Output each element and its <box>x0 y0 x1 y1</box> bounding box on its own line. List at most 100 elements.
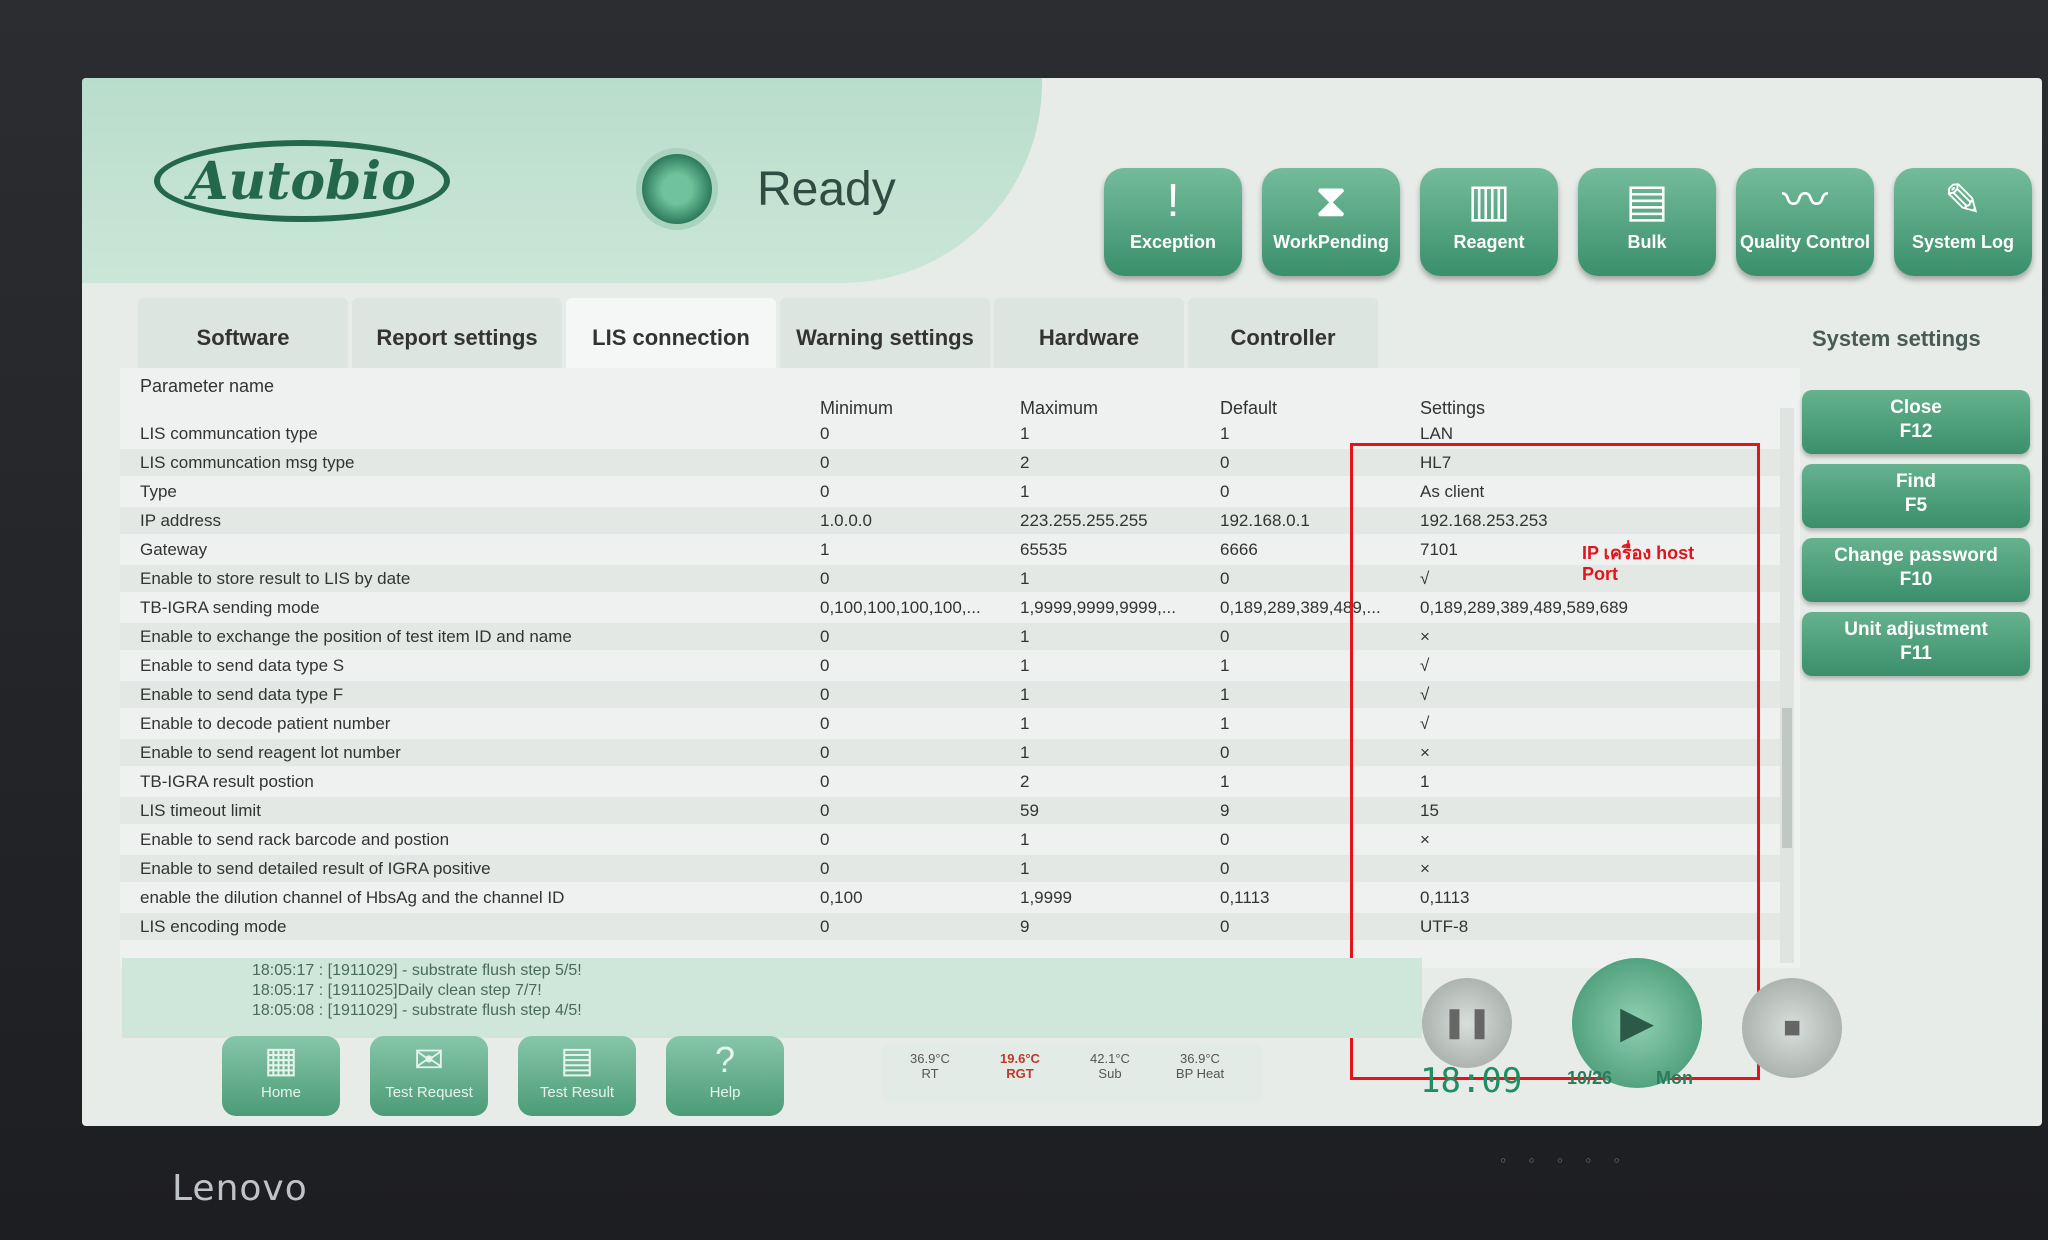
pause-button[interactable]: ❚❚ <box>1422 978 1512 1068</box>
cell-maximum: 1,9999 <box>1020 888 1072 907</box>
cell-maximum: 1 <box>1020 627 1030 646</box>
cell-parameter-name: LIS communcation msg type <box>140 453 355 472</box>
cell-minimum: 0 <box>820 743 830 762</box>
scrollbar-thumb[interactable] <box>1782 708 1792 848</box>
cell-parameter-name: Enable to decode patient number <box>140 714 391 733</box>
cell-default: 1 <box>1220 772 1230 791</box>
cell-minimum: 0 <box>820 453 830 472</box>
cell-default: 0 <box>1220 859 1230 878</box>
stop-icon: ■ <box>1782 1011 1802 1044</box>
cell-maximum: 2 <box>1020 453 1030 472</box>
cell-parameter-name: Enable to send detailed result of IGRA p… <box>140 859 491 878</box>
log-line: 18:05:17 : [1911025]Daily clean step 7/7… <box>252 982 542 999</box>
reagent-button[interactable]: ▥ Reagent <box>1420 168 1558 276</box>
cell-parameter-name: Type <box>140 482 177 501</box>
header-maximum: Maximum <box>1020 398 1099 418</box>
cell-minimum: 0 <box>820 772 830 791</box>
cell-default: 192.168.0.1 <box>1220 511 1310 530</box>
unit-adjustment-button[interactable]: Unit adjustment F11 <box>1802 612 2030 676</box>
cell-minimum: 0 <box>820 714 830 733</box>
test-request-button[interactable]: ✉ Test Request <box>370 1036 488 1116</box>
cell-default: 6666 <box>1220 540 1258 559</box>
cell-parameter-name: Enable to send reagent lot number <box>140 743 401 762</box>
header-default: Default <box>1220 398 1278 418</box>
cell-parameter-name: Enable to send rack barcode and postion <box>140 830 450 849</box>
cell-parameter-name: LIS encoding mode <box>140 917 287 936</box>
cell-parameter-name: LIS communcation type <box>140 424 318 443</box>
cell-parameter-name: LIS timeout limit <box>140 801 261 820</box>
annotation-port-label: Port <box>1582 564 1618 584</box>
close-button[interactable]: Close F12 <box>1802 390 2030 454</box>
temp-bp-heat: 36.9°C BP Heat <box>1175 1051 1225 1081</box>
stop-button[interactable]: ■ <box>1742 978 1842 1078</box>
temp-rt: 36.9°C RT <box>910 1051 950 1081</box>
test-result-button[interactable]: ▤ Test Result <box>518 1036 636 1116</box>
system-log-button[interactable]: ✎ System Log <box>1894 168 2032 276</box>
cell-maximum: 59 <box>1020 801 1039 820</box>
cell-settings[interactable]: LAN <box>1420 424 1453 444</box>
find-button[interactable]: Find F5 <box>1802 464 2030 528</box>
log-line: 18:05:08 : [1911029] - substrate flush s… <box>252 1002 582 1019</box>
exception-button[interactable]: ! Exception <box>1104 168 1242 276</box>
tab-hardware[interactable]: Hardware <box>994 298 1184 378</box>
cell-default: 0,1113 <box>1220 888 1270 907</box>
hourglass-icon: ⧗ <box>1314 174 1348 226</box>
workpending-button[interactable]: ⧗ WorkPending <box>1262 168 1400 276</box>
cell-default: 0 <box>1220 917 1230 936</box>
document-icon: ✎ <box>1943 174 1983 226</box>
cell-maximum: 1 <box>1020 859 1030 878</box>
clock-day: Mon <box>1656 1068 1693 1088</box>
cell-parameter-name: enable the dilution channel of HbsAg and… <box>140 888 565 907</box>
cell-parameter-name: Gateway <box>140 540 208 559</box>
cell-parameter-name: Enable to send data type S <box>140 656 345 675</box>
pause-icon: ❚❚ <box>1441 1006 1493 1039</box>
help-button[interactable]: ? Help <box>666 1036 784 1116</box>
status-indicator-icon <box>642 154 712 224</box>
cell-maximum: 1 <box>1020 685 1030 704</box>
cell-default: 0 <box>1220 569 1230 588</box>
cell-maximum: 1 <box>1020 656 1030 675</box>
tab-controller[interactable]: Controller <box>1188 298 1378 378</box>
cell-minimum: 0 <box>820 656 830 675</box>
section-title: System settings <box>1812 326 1981 351</box>
change-password-button[interactable]: Change password F10 <box>1802 538 2030 602</box>
reagent-rack-icon: ▥ <box>1467 174 1511 226</box>
cell-maximum: 1 <box>1020 830 1030 849</box>
tab-warning-settings[interactable]: Warning settings <box>780 298 990 378</box>
monitor-buttons: ◦◦◦◦◦ <box>1500 1150 1642 1170</box>
event-log: 18:05:17 : [1911029] - substrate flush s… <box>122 958 1422 1038</box>
home-button[interactable]: ▦ Home <box>222 1036 340 1116</box>
quality-control-button[interactable]: 〰 Quality Control <box>1736 168 1874 276</box>
bulk-icon: ▤ <box>1625 174 1669 226</box>
tab-report-settings[interactable]: Report settings <box>352 298 562 378</box>
annotation-ip-label: IP เครื่อง host <box>1582 543 1695 563</box>
help-icon: ? <box>714 1039 736 1080</box>
monitor-brand: Lenovo <box>172 1168 308 1209</box>
autobio-logo: Autobio <box>154 140 450 222</box>
document-icon: ▤ <box>559 1039 594 1080</box>
cell-maximum: 1 <box>1020 424 1030 443</box>
cell-maximum: 65535 <box>1020 540 1068 559</box>
logo-text: Autobio <box>188 150 416 212</box>
cell-parameter-name: Enable to send data type F <box>140 685 344 704</box>
cell-minimum: 0 <box>820 859 830 878</box>
cell-minimum: 0 <box>820 627 830 646</box>
envelope-icon: ✉ <box>413 1039 445 1080</box>
cell-parameter-name: IP address <box>140 511 221 530</box>
home-icon: ▦ <box>263 1039 298 1080</box>
exclamation-icon: ! <box>1166 174 1180 226</box>
cell-default: 0 <box>1220 830 1230 849</box>
header-settings: Settings <box>1420 398 1486 418</box>
app-screen: Autobio Ready ! Exception ⧗ WorkPending ▥ R… <box>82 78 2042 1126</box>
cell-default: 0 <box>1220 453 1230 472</box>
header-parameter-name: Parameter name <box>140 376 275 396</box>
cell-minimum: 0,100,100,100,100,... <box>820 598 981 617</box>
cell-default: 1 <box>1220 685 1230 704</box>
bulk-button[interactable]: ▤ Bulk <box>1578 168 1716 276</box>
table-scrollbar[interactable] <box>1780 408 1794 963</box>
temp-rgt: 19.6°C RGT <box>1000 1051 1040 1081</box>
cell-maximum: 2 <box>1020 772 1030 791</box>
tab-software[interactable]: Software <box>138 298 348 378</box>
cell-default: 9 <box>1220 801 1230 820</box>
temperature-panel: 36.9°C RT 19.6°C RGT 42.1°C Sub 36.9°C BP He… <box>882 1043 1262 1103</box>
